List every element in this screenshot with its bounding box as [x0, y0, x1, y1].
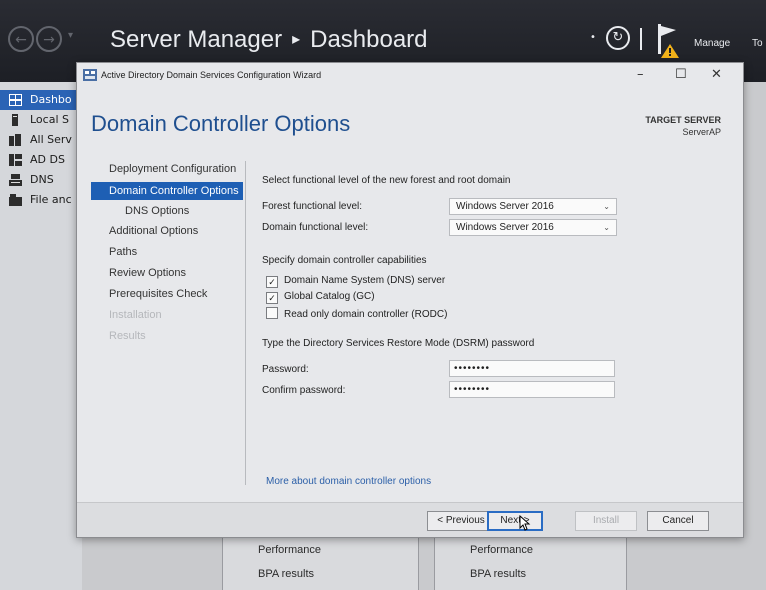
- step-paths[interactable]: Paths: [109, 246, 137, 258]
- step-additional-options[interactable]: Additional Options: [109, 225, 198, 237]
- wizard-page-heading: Domain Controller Options: [91, 111, 351, 136]
- refresh-dropdown-icon[interactable]: •: [590, 32, 596, 43]
- sidebar-item-label: All Serv: [30, 133, 72, 146]
- cancel-button[interactable]: Cancel: [647, 511, 709, 531]
- close-icon[interactable]: ✕: [711, 67, 722, 82]
- password-field[interactable]: ••••••••: [449, 360, 615, 377]
- forest-functional-level-select[interactable]: Windows Server 2016 ⌄: [449, 198, 617, 215]
- tile-border: [434, 536, 435, 590]
- dns-server-checkbox-row[interactable]: ✓ Domain Name System (DNS) server: [266, 275, 445, 288]
- minimize-icon[interactable]: –: [637, 67, 644, 82]
- file-services-icon: [9, 194, 22, 206]
- global-catalog-checkbox-row[interactable]: ✓ Global Catalog (GC): [266, 291, 375, 304]
- global-catalog-checkbox[interactable]: ✓: [266, 292, 278, 304]
- sidebar-item-label: Dashbo: [30, 93, 72, 106]
- forest-functional-level-label: Forest functional level:: [262, 201, 363, 212]
- ad-ds-icon: [9, 154, 22, 166]
- tile-border: [418, 536, 419, 590]
- tile-performance-link[interactable]: Performance: [470, 544, 533, 556]
- domain-functional-level-label: Domain functional level:: [262, 222, 369, 233]
- dns-server-checkbox[interactable]: ✓: [266, 276, 278, 288]
- page-title: Server Manager ▸ Dashboard: [110, 26, 428, 54]
- domain-functional-level-select[interactable]: Windows Server 2016 ⌄: [449, 219, 617, 236]
- rodc-checkbox-row[interactable]: Read only domain controller (RODC): [266, 307, 447, 320]
- step-installation: Installation: [109, 309, 162, 321]
- tools-menu[interactable]: To: [752, 38, 763, 49]
- sidebar-item-dns[interactable]: DNS: [0, 170, 82, 190]
- global-catalog-checkbox-label: Global Catalog (GC): [284, 291, 375, 302]
- chevron-down-icon: ⌄: [603, 223, 610, 232]
- forest-functional-level-value: Windows Server 2016: [456, 201, 554, 212]
- rodc-checkbox[interactable]: [266, 307, 278, 319]
- tile-border: [222, 536, 223, 590]
- tile-performance-link[interactable]: Performance: [258, 544, 321, 556]
- dsrm-password-heading: Type the Directory Services Restore Mode…: [262, 338, 535, 349]
- target-server-label: TARGET SERVER: [645, 115, 721, 125]
- dns-server-checkbox-label: Domain Name System (DNS) server: [284, 275, 446, 286]
- server-icon: [12, 114, 18, 126]
- wizard-app-icon: [83, 69, 97, 81]
- sidebar-item-all-servers[interactable]: All Serv: [0, 130, 82, 150]
- sidebar-item-label: Local S: [30, 113, 69, 126]
- refresh-icon[interactable]: ↻: [606, 26, 630, 50]
- functional-level-heading: Select functional level of the new fores…: [262, 175, 511, 186]
- notifications-flag-icon[interactable]: [656, 22, 682, 60]
- breadcrumb-separator: ▸: [292, 31, 301, 48]
- password-label: Password:: [262, 364, 309, 375]
- next-button[interactable]: Next >: [487, 511, 543, 531]
- sidebar-item-file-services[interactable]: File anc: [0, 190, 82, 210]
- step-results: Results: [109, 330, 146, 342]
- manage-menu[interactable]: Manage: [694, 38, 730, 49]
- rodc-checkbox-label: Read only domain controller (RODC): [284, 309, 448, 320]
- step-deployment-configuration[interactable]: Deployment Configuration: [109, 163, 236, 175]
- maximize-icon[interactable]: ☐: [675, 67, 687, 82]
- wizard-footer: < Previous Next > Install Cancel: [77, 502, 743, 537]
- tile-bpa-results-link[interactable]: BPA results: [258, 568, 314, 580]
- tile-border: [626, 536, 627, 590]
- target-server-name: ServerAP: [682, 127, 721, 137]
- install-button: Install: [575, 511, 637, 531]
- confirm-password-label: Confirm password:: [262, 385, 346, 396]
- step-domain-controller-options[interactable]: Domain Controller Options: [91, 182, 243, 200]
- ad-ds-configuration-wizard: Active Directory Domain Services Configu…: [76, 62, 744, 538]
- dns-icon: [9, 174, 22, 186]
- app-title: Server Manager: [110, 26, 283, 53]
- step-dns-options[interactable]: DNS Options: [125, 205, 189, 217]
- sidebar-item-ad-ds[interactable]: AD DS: [0, 150, 82, 170]
- back-arrow-icon[interactable]: ←: [8, 26, 34, 52]
- capabilities-heading: Specify domain controller capabilities: [262, 255, 427, 266]
- sidebar-item-label: AD DS: [30, 153, 65, 166]
- domain-functional-level-value: Windows Server 2016: [456, 222, 554, 233]
- confirm-password-field[interactable]: ••••••••: [449, 381, 615, 398]
- servers-icon: [9, 134, 21, 146]
- dialog-title: Active Directory Domain Services Configu…: [101, 70, 322, 80]
- previous-button[interactable]: < Previous: [427, 511, 495, 531]
- step-prerequisites-check[interactable]: Prerequisites Check: [109, 288, 207, 300]
- chevron-down-icon: ⌄: [603, 202, 610, 211]
- sidebar-item-local-server[interactable]: Local S: [0, 110, 82, 130]
- dashboard-icon: [9, 94, 22, 106]
- mouse-pointer-icon: [519, 515, 531, 531]
- steps-divider: [245, 161, 246, 485]
- step-review-options[interactable]: Review Options: [109, 267, 186, 279]
- forward-arrow-icon[interactable]: →: [36, 26, 62, 52]
- more-about-dc-options-link[interactable]: More about domain controller options: [266, 476, 431, 487]
- page-name: Dashboard: [310, 26, 428, 53]
- header-divider: [640, 28, 642, 50]
- dialog-titlebar[interactable]: Active Directory Domain Services Configu…: [77, 63, 743, 89]
- sidebar-item-label: File anc: [30, 193, 72, 206]
- history-dropdown-icon[interactable]: ▾: [68, 30, 73, 41]
- tile-bpa-results-link[interactable]: BPA results: [470, 568, 526, 580]
- sidebar-item-dashboard[interactable]: Dashbo: [0, 90, 82, 110]
- server-manager-sidebar: Dashbo Local S All Serv AD DS DNS File a…: [0, 82, 82, 590]
- sidebar-item-label: DNS: [30, 173, 54, 186]
